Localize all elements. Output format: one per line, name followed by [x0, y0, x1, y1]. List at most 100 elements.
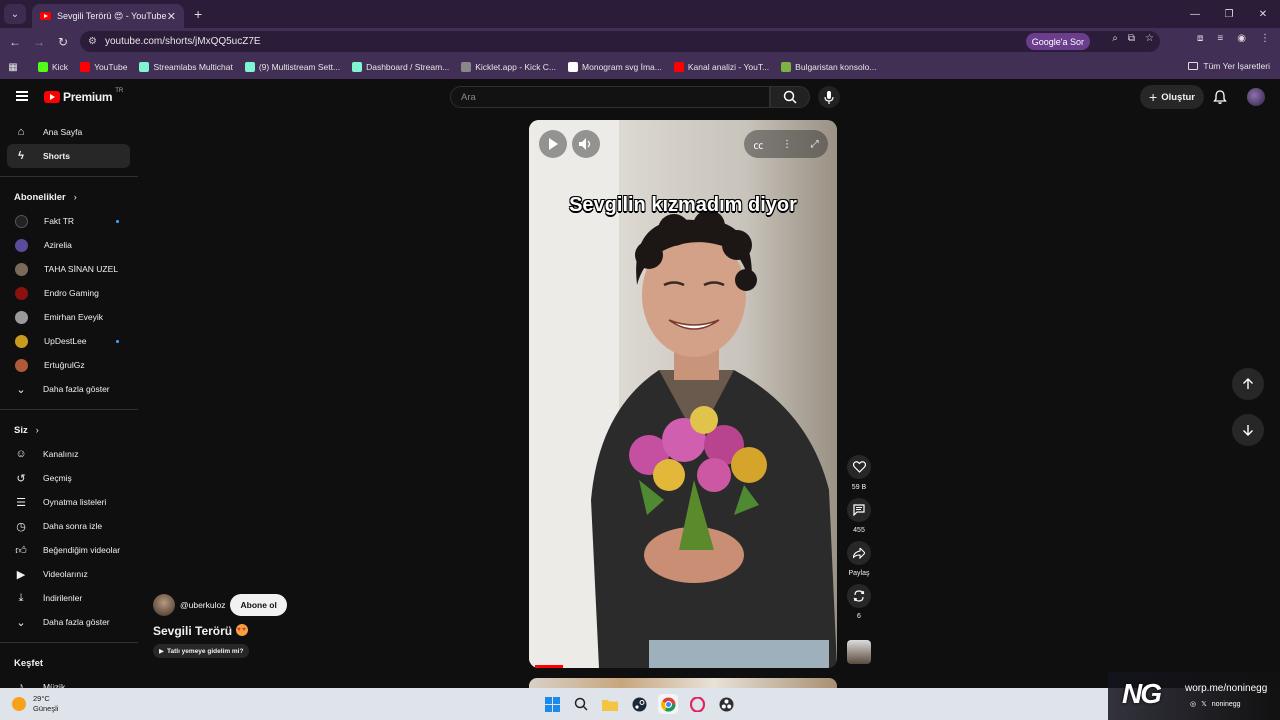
- progress-bar[interactable]: [535, 665, 563, 668]
- obs-icon[interactable]: [716, 694, 736, 714]
- remix-button[interactable]: [847, 584, 871, 608]
- reload-icon[interactable]: ↻: [51, 35, 75, 49]
- sidebar-item-liked-videos[interactable]: 👍︎ Beğendiğim videolar: [0, 538, 138, 562]
- sidebar-item-downloads[interactable]: ⤓ İndirilenler: [0, 586, 138, 610]
- sidebar-subscription[interactable]: UpDestLee: [0, 329, 138, 353]
- opera-icon[interactable]: [687, 694, 707, 714]
- search-button[interactable]: [770, 86, 810, 108]
- play-button[interactable]: [539, 130, 567, 158]
- tab-search-button[interactable]: ⌄: [4, 4, 26, 24]
- bookmark[interactable]: Kanal analizi - YouT...: [673, 62, 769, 72]
- restore-icon[interactable]: ❐: [1212, 0, 1246, 28]
- x-icon: 𝕏: [1201, 701, 1207, 708]
- like-action[interactable]: 59 B: [846, 455, 872, 491]
- sidebar-item-watch-later[interactable]: ◷ Daha sonra izle: [0, 514, 138, 538]
- play-icon: [549, 138, 558, 150]
- windows-taskbar: 29°C Güneşli: [0, 688, 1280, 720]
- channel-handle[interactable]: @uberkuloz: [180, 600, 225, 610]
- forward-icon[interactable]: →: [27, 35, 51, 49]
- apps-grid-icon[interactable]: ▦: [0, 62, 26, 73]
- sidebar-item-home[interactable]: ⌂ Ana Sayfa: [0, 120, 138, 144]
- channel-avatar: [15, 214, 28, 228]
- zoom-icon[interactable]: ⌕: [1112, 33, 1118, 44]
- steam-icon[interactable]: [629, 694, 649, 714]
- sound-thumbnail[interactable]: [847, 640, 871, 664]
- channel-avatar[interactable]: [153, 594, 175, 616]
- search-input[interactable]: Ara: [450, 86, 770, 108]
- notifications-bell-icon[interactable]: [1212, 89, 1228, 105]
- comments-button[interactable]: [847, 498, 871, 522]
- comments-action[interactable]: 455: [846, 498, 872, 534]
- bookmark[interactable]: Bulgaristan konsolo...: [781, 62, 876, 72]
- bookmark[interactable]: Monogram svg İma...: [568, 62, 662, 72]
- tab-close-icon[interactable]: ✕: [167, 10, 176, 23]
- sidebar: ⌂ Ana Sayfa ϟ Shorts Abonelikler › Fakt TR …: [0, 120, 138, 693]
- home-icon: ⌂: [17, 126, 25, 138]
- back-icon[interactable]: ←: [3, 35, 27, 49]
- bookmark[interactable]: Dashboard / Stream...: [352, 62, 449, 72]
- extensions-icon[interactable]: ⧈: [1197, 33, 1203, 44]
- previous-short-button[interactable]: [1232, 368, 1264, 400]
- show-more-you[interactable]: ⌄ Daha fazla göster: [0, 610, 138, 634]
- subscriptions-header[interactable]: Abonelikler ›: [0, 185, 138, 209]
- install-app-icon[interactable]: ⧉: [1128, 33, 1135, 44]
- sidebar-subscription[interactable]: TAHA SİNAN UZEL: [0, 257, 138, 281]
- share-button[interactable]: [847, 541, 871, 565]
- weather-widget[interactable]: 29°C Güneşli: [12, 694, 58, 714]
- browser-tab[interactable]: Sevgili Terörü 😍 - YouTube ✕: [32, 4, 184, 28]
- url-input[interactable]: ⚙ youtube.com/shorts/jMxQQ5ucZ7E Google'…: [80, 31, 1160, 52]
- new-tab-icon[interactable]: +: [194, 6, 202, 22]
- show-more-subscriptions[interactable]: ⌄ Daha fazla göster: [0, 377, 138, 401]
- browser-menu-icon[interactable]: ⋮: [1260, 33, 1270, 44]
- more-options-icon[interactable]: ⋮: [782, 139, 792, 150]
- shorts-player[interactable]: ㏄ ⋮ ⤢ Sevgilin kızmadım diyor: [529, 120, 837, 668]
- remix-action[interactable]: 6: [846, 584, 872, 620]
- sidebar-subscription[interactable]: Emirhan Eveyik: [0, 305, 138, 329]
- sidebar-subscription[interactable]: ErtuğrulGz: [0, 353, 138, 377]
- sound-chip[interactable]: ▶ Tatlı yemeye gidelim mi?: [153, 644, 250, 658]
- like-button[interactable]: [847, 455, 871, 479]
- taskbar-search-icon[interactable]: [571, 694, 591, 714]
- site-info-icon[interactable]: ⚙: [88, 36, 97, 47]
- menu-icon[interactable]: [16, 91, 28, 101]
- bookmark-star-icon[interactable]: ☆: [1145, 33, 1154, 44]
- file-explorer-icon[interactable]: [600, 694, 620, 714]
- bookmark[interactable]: YouTube: [80, 62, 127, 72]
- media-icon[interactable]: ≡: [1217, 33, 1223, 44]
- bookmark[interactable]: Kick: [38, 62, 68, 72]
- sidebar-subscription[interactable]: Endro Gaming: [0, 281, 138, 305]
- bookmark[interactable]: Kicklet.app - Kick C...: [461, 62, 556, 72]
- divider: [0, 409, 138, 410]
- stream-watermark: NG worp.me/noninegg ◎ 𝕏 noninegg: [1108, 672, 1280, 720]
- sidebar-subscription[interactable]: Azirelia: [0, 233, 138, 257]
- windows-start-icon[interactable]: [542, 694, 562, 714]
- short-title: Sevgili Terörü: [153, 624, 249, 638]
- fullscreen-icon[interactable]: ⤢: [811, 139, 819, 150]
- close-window-icon[interactable]: ✕: [1246, 0, 1280, 28]
- account-avatar[interactable]: [1247, 88, 1265, 106]
- sidebar-subscription[interactable]: Fakt TR: [0, 209, 138, 233]
- you-header[interactable]: Siz ›: [0, 418, 138, 442]
- google-ask-button[interactable]: Google'a Sor: [1025, 33, 1090, 50]
- voice-search-button[interactable]: [818, 86, 840, 108]
- chrome-icon[interactable]: [658, 694, 678, 714]
- next-short-preview[interactable]: [529, 678, 837, 688]
- create-button[interactable]: + Oluştur: [1140, 85, 1204, 109]
- youtube-logo[interactable]: Premium TR: [44, 88, 123, 104]
- all-bookmarks[interactable]: Tüm Yer İşaretleri: [1188, 61, 1270, 71]
- bookmark[interactable]: (9) Multistream Sett...: [244, 62, 340, 72]
- minimize-icon[interactable]: —: [1178, 0, 1212, 28]
- sidebar-item-shorts[interactable]: ϟ Shorts: [7, 144, 130, 168]
- subscribe-button[interactable]: Abone ol: [230, 594, 287, 616]
- mute-button[interactable]: [572, 130, 600, 158]
- next-short-button[interactable]: [1232, 414, 1264, 446]
- sidebar-item-your-channel[interactable]: ☺ Kanalınız: [0, 442, 138, 466]
- sidebar-item-history[interactable]: ↺ Geçmiş: [0, 466, 138, 490]
- bookmark[interactable]: Streamlabs Multichat: [139, 62, 233, 72]
- sidebar-item-playlists[interactable]: ☰ Oynatma listeleri: [0, 490, 138, 514]
- sidebar-item-your-videos[interactable]: ▶ Videolarınız: [0, 562, 138, 586]
- address-bar-row: ← → ↻ ⚙ youtube.com/shorts/jMxQQ5ucZ7E G…: [0, 28, 1280, 55]
- captions-icon[interactable]: ㏄: [753, 137, 763, 152]
- share-action[interactable]: Paylaş: [846, 541, 872, 577]
- profile-icon[interactable]: ◉: [1237, 33, 1246, 44]
